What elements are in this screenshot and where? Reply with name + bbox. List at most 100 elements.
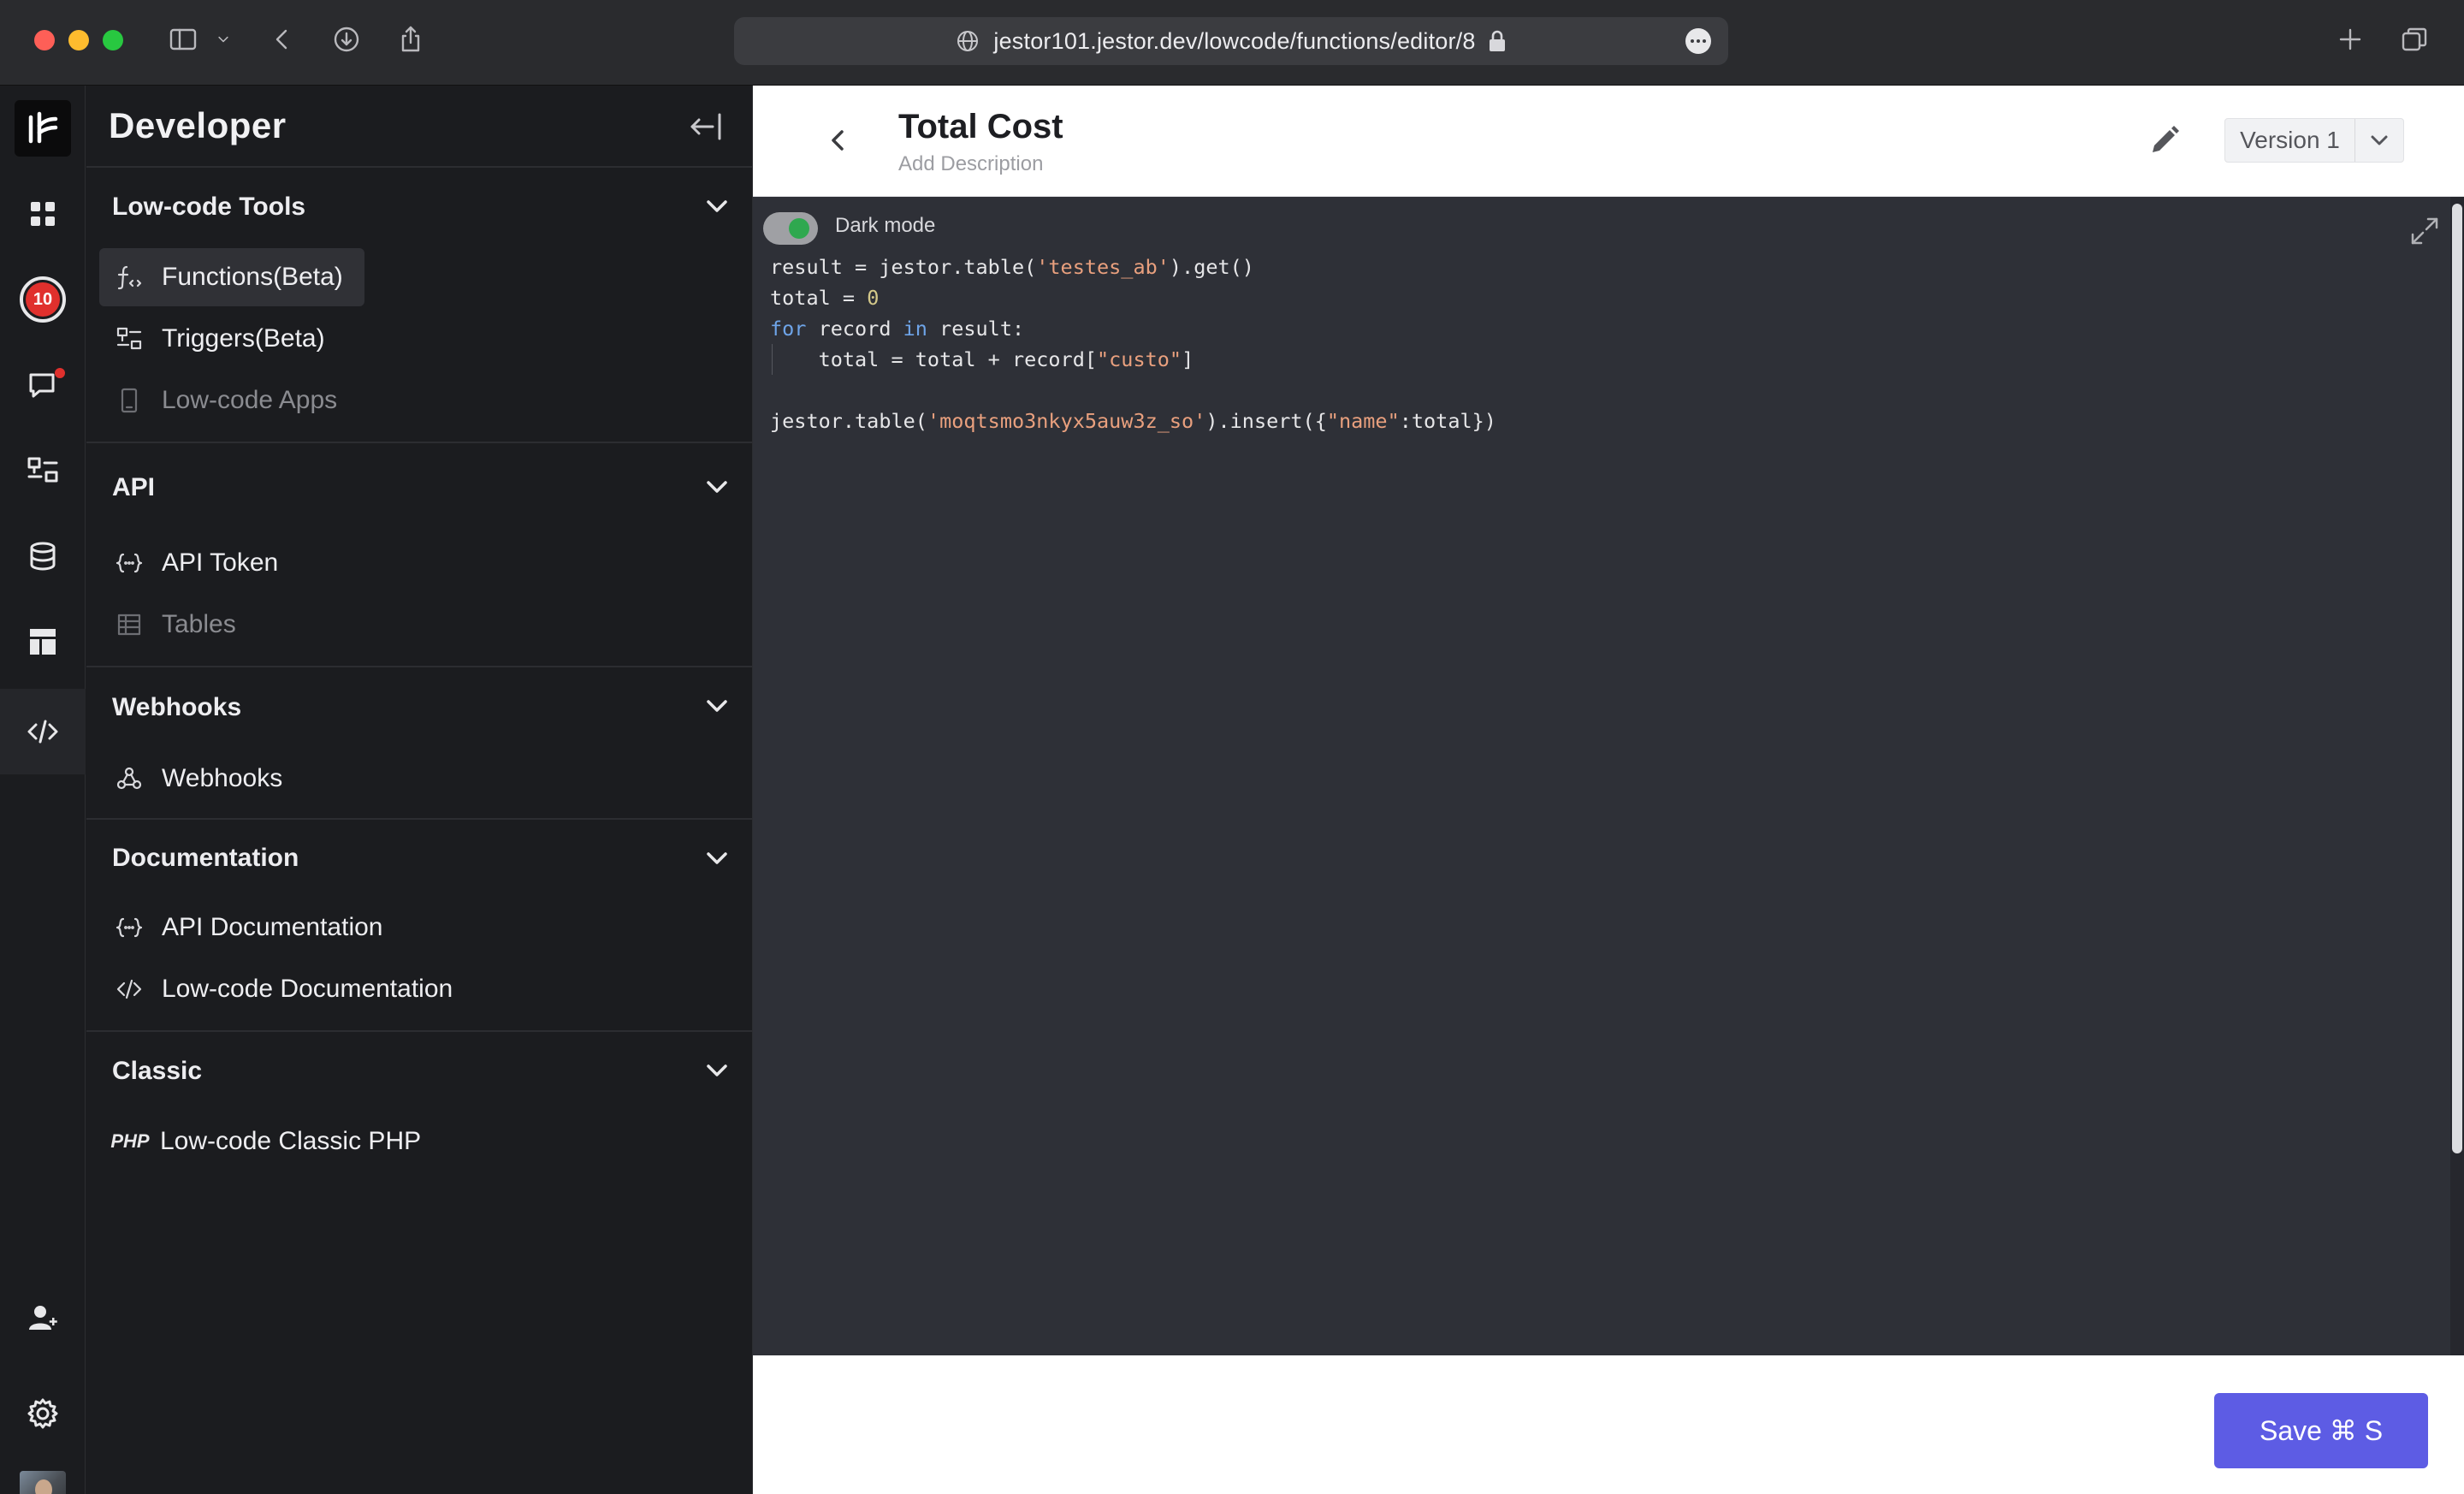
code-line[interactable]: total = 0 [770,282,1496,313]
function-icon [114,262,145,293]
code-token: ).insert({ [1205,409,1327,433]
sidebar-item-api-documentation[interactable]: API Documentation [86,897,752,958]
apps-icon [114,385,145,416]
code-line[interactable]: total = total + record["custo"] [770,344,1496,375]
token-icon [114,912,145,943]
chevron-down-icon[interactable] [210,21,236,58]
sidebar-item-label: Low-code Apps [162,386,338,414]
layout-icon[interactable] [0,599,86,685]
code-line[interactable]: for record in result: [770,313,1496,344]
sidebar-item-label: Low-code Classic PHP [160,1127,422,1155]
section-classic: Classic PHP Low-code Classic PHP [86,1032,752,1172]
browser-toolbar: jestor101.jestor.dev/lowcode/functions/e… [0,0,2464,86]
avatar [20,1471,66,1494]
chat-icon[interactable] [0,342,86,428]
edit-pencil-icon[interactable] [2147,123,2182,157]
code-token: "custo" [1097,347,1182,371]
sidebar-item-api-token[interactable]: API Token [86,532,752,594]
function-editor: Total Cost Add Description Version 1 Dar… [753,86,2464,1494]
section-webhooks: Webhooks Webhooks [86,667,752,820]
code-token: 'testes_ab' [1036,255,1170,279]
save-button[interactable]: Save ⌘ S [2214,1393,2428,1468]
version-label: Version 1 [2225,119,2355,162]
code-token: "name" [1326,409,1400,433]
sidebar-item-label: Tables [162,610,236,638]
section-title: Low-code Tools [112,193,306,221]
code-line[interactable]: result = jestor.table('testes_ab').get() [770,252,1496,282]
page-menu-icon[interactable] [1685,28,1711,54]
editor-scrollbar[interactable] [2450,197,2464,1355]
dark-mode-toggle[interactable] [763,212,818,245]
code-editor[interactable]: Dark mode result = jestor.table('testes_… [753,197,2464,1355]
dashboard-icon[interactable] [0,171,86,257]
url-text: jestor101.jestor.dev/lowcode/functions/e… [993,27,1476,54]
user-avatar[interactable] [0,1451,86,1494]
code-token: ).get() [1169,255,1254,279]
back-arrow-icon[interactable] [264,21,301,58]
developer-sidebar: Developer Low-code Tools Functions(Beta)… [86,86,753,1494]
sidebar-item-low-code-apps[interactable]: Low-code Apps [86,370,752,431]
function-title[interactable]: Total Cost [898,108,1063,146]
code-token: for [770,317,807,341]
minimize-window-button[interactable] [68,30,89,50]
notifications-badge[interactable]: 10 [0,257,86,342]
jestor-logo[interactable] [0,86,86,171]
chevron-down-icon [704,197,730,216]
webhook-icon [114,763,145,794]
share-icon[interactable] [392,21,429,58]
token-icon [114,548,145,578]
sidebar-item-low-code-classic-php[interactable]: PHP Low-code Classic PHP [86,1111,752,1172]
editor-footer: Save ⌘ S [753,1355,2464,1494]
new-tab-icon[interactable] [2331,21,2369,58]
sidebar-item-label: Low-code Documentation [162,975,453,1003]
maximize-window-button[interactable] [103,30,123,50]
section-low-code-tools: Low-code Tools Functions(Beta) Triggers(… [86,168,752,443]
sidebar-item-label: Webhooks [162,764,283,792]
code-token: ] [1182,347,1194,371]
section-header-api[interactable]: API [86,443,752,532]
section-header-classic[interactable]: Classic [86,1032,752,1111]
section-title: Classic [112,1057,203,1085]
collapse-sidebar-icon[interactable] [689,111,723,142]
section-header-webhooks[interactable]: Webhooks [86,667,752,748]
sidebar-item-label: Functions(Beta) [162,263,343,291]
database-icon[interactable] [0,513,86,599]
jestor-logo-icon [15,100,71,157]
add-description-field[interactable]: Add Description [898,152,1043,176]
sidebar-item-webhooks[interactable]: Webhooks [86,748,752,809]
code-token: in [903,317,927,341]
close-window-button[interactable] [34,30,55,50]
section-header-documentation[interactable]: Documentation [86,820,752,897]
code-token: :total}) [1399,409,1496,433]
sidebar-title: Developer [109,105,287,145]
tab-overview-icon[interactable] [2396,21,2433,58]
section-title: Documentation [112,844,299,872]
sidebar-item-low-code-documentation[interactable]: Low-code Documentation [86,958,752,1020]
code-token: 'moqtsmo3nkyx5auw3z_so' [927,409,1206,433]
sidebar-toggle-icon[interactable] [164,21,202,58]
sidebar-item-functions[interactable]: Functions(Beta) [86,246,752,308]
code-content[interactable]: result = jestor.table('testes_ab').get()… [770,252,1496,436]
code-line[interactable]: jestor.table('moqtsmo3nkyx5auw3z_so').in… [770,406,1496,436]
download-icon[interactable] [328,21,365,58]
add-user-icon[interactable] [0,1275,86,1361]
triggers-icon [114,323,145,354]
sidebar-item-triggers[interactable]: Triggers(Beta) [86,308,752,370]
section-header-low-code-tools[interactable]: Low-code Tools [86,168,752,246]
chevron-down-icon[interactable] [2355,119,2403,162]
workflow-icon[interactable] [0,428,86,513]
editor-header: Total Cost Add Description Version 1 [753,86,2464,197]
section-documentation: Documentation API Documentation Low-code… [86,820,752,1032]
back-chevron-icon[interactable] [821,123,856,157]
address-bar[interactable]: jestor101.jestor.dev/lowcode/functions/e… [734,17,1728,65]
developer-code-icon[interactable] [0,689,86,774]
sidebar-item-label: API Documentation [162,913,383,941]
sidebar-item-tables[interactable]: Tables [86,594,752,655]
expand-icon[interactable] [2409,216,2440,246]
code-line[interactable] [770,375,1496,406]
section-title: API [112,473,156,501]
sidebar-header: Developer [86,86,752,168]
settings-gear-icon[interactable] [0,1371,86,1456]
version-select[interactable]: Version 1 [2224,118,2404,163]
php-icon: PHP [110,1130,150,1152]
